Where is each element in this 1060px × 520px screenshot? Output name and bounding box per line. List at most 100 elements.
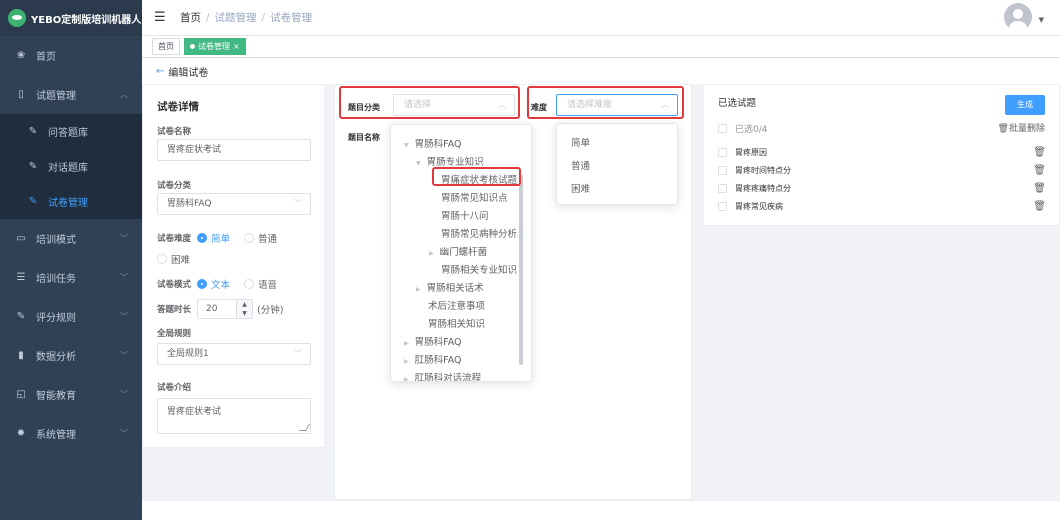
tag-home[interactable]: 首页 bbox=[152, 38, 180, 55]
sidebar-item-home[interactable]: ❀ 首页 bbox=[0, 36, 142, 75]
trash-icon: 🗑 bbox=[997, 124, 1009, 134]
tree-node[interactable]: 胃肠相关专业知识 bbox=[441, 262, 517, 276]
highlight-box bbox=[527, 86, 684, 119]
app-logo[interactable]: YEBO定制版培训机器人 bbox=[0, 0, 142, 36]
tree-node[interactable]: ▼ 胃肠专业知识 bbox=[416, 154, 484, 168]
caret-right-icon: ▶ bbox=[404, 376, 409, 382]
tree-node[interactable]: 胃肠十八问 bbox=[441, 208, 489, 222]
difficulty-dropdown: 简单 普通 困难 bbox=[556, 123, 678, 205]
breadcrumb-home[interactable]: 首页 bbox=[180, 12, 201, 24]
paper-name-label: 试卷名称 bbox=[157, 127, 192, 137]
paper-intro-textarea[interactable]: 胃疼症状考试 bbox=[157, 398, 311, 434]
tree-node[interactable]: 胃肠相关知识 bbox=[428, 316, 485, 330]
chevron-down-icon: ﹀ bbox=[120, 234, 128, 243]
paper-intro-label: 试卷介绍 bbox=[157, 383, 192, 393]
tree-node[interactable]: ▶ 肛肠科对话流程 bbox=[404, 370, 481, 382]
tags-view: 首页 试卷管理 × bbox=[142, 36, 1060, 58]
checkbox[interactable] bbox=[718, 148, 727, 157]
bar-chart-icon: ▮ bbox=[18, 350, 24, 361]
difficulty-option-hard[interactable]: 困难 bbox=[571, 181, 590, 195]
caret-down-icon: ▼ bbox=[404, 142, 409, 149]
tree-scrollbar[interactable] bbox=[519, 175, 523, 365]
tree-node[interactable]: ▶ 胃肠科FAQ bbox=[404, 334, 462, 348]
difficulty-option-normal[interactable]: 普通 bbox=[571, 158, 590, 172]
question-name-label: 题目名称 bbox=[348, 133, 380, 142]
mode-text-radio[interactable]: 文本 bbox=[197, 277, 230, 291]
checkbox[interactable] bbox=[718, 124, 727, 133]
edit-icon: ✎ bbox=[28, 196, 38, 207]
tree-node[interactable]: 胃肠常见病种分析 bbox=[441, 226, 517, 240]
caret-right-icon: ▶ bbox=[404, 358, 409, 365]
back-label[interactable]: 编辑试卷 bbox=[168, 64, 208, 79]
paper-category-select[interactable]: 胃肠科FAQ ﹀ bbox=[157, 193, 311, 215]
back-header: ← 编辑试卷 bbox=[142, 58, 1060, 84]
sidebar-item-training-mode[interactable]: ▭ 培训模式 ﹀ bbox=[0, 219, 142, 258]
tag-paper-management[interactable]: 试卷管理 × bbox=[184, 38, 246, 55]
trash-icon[interactable]: 🗑 bbox=[1033, 183, 1046, 194]
duration-row: 答题时长 20 ▲ ▼ (分钟) bbox=[157, 299, 283, 319]
sidebar-submenu: ✎ 问答题库 ✎ 对话题库 ✎ 试卷管理 bbox=[0, 114, 142, 219]
breadcrumb: 首页 / 试题管理 / 试卷管理 bbox=[180, 12, 313, 24]
global-rule-select[interactable]: 全局规则1 ﹀ bbox=[157, 343, 311, 365]
selected-questions-card: 已选试题 生成 已选0/4 🗑批量删除 胃疼原因 🗑 胃疼时间特点分 🗑 胃疼疼痛特… bbox=[703, 84, 1060, 226]
sidebar-item-data-analysis[interactable]: ▮ 数据分析 ﹀ bbox=[0, 336, 142, 375]
paper-category-label: 试卷分类 bbox=[157, 181, 192, 191]
generate-button[interactable]: 生成 bbox=[1005, 95, 1045, 115]
close-icon[interactable]: × bbox=[233, 42, 240, 51]
checkbox[interactable] bbox=[718, 166, 727, 175]
trash-icon[interactable]: 🗑 bbox=[1033, 165, 1046, 176]
stepper-arrows-icon[interactable]: ▲ ▼ bbox=[236, 300, 253, 318]
book-icon: ▯ bbox=[18, 89, 24, 100]
category-tree-dropdown: ▼ 胃肠科FAQ ▼ 胃肠专业知识 胃痛症状考核试题 胃肠常见知识点 胃肠十八问 胃… bbox=[390, 124, 532, 382]
chevron-down-icon: ﹀ bbox=[120, 351, 128, 360]
tree-node[interactable]: ▶ 胃肠相关话术 bbox=[416, 280, 484, 294]
sidebar-item-dialog-bank[interactable]: ✎ 对话题库 bbox=[0, 149, 142, 184]
sidebar-item-scoring-rules[interactable]: ✎ 评分规则 ﹀ bbox=[0, 297, 142, 336]
edit-icon: ✎ bbox=[28, 161, 38, 172]
sidebar-item-qa-bank[interactable]: ✎ 问答题库 bbox=[0, 114, 142, 149]
user-avatar[interactable] bbox=[1004, 3, 1032, 31]
caret-down-icon: ▼ bbox=[416, 160, 421, 167]
sidebar-item-paper-management[interactable]: ✎ 试卷管理 bbox=[0, 184, 142, 219]
hamburger-icon[interactable]: ☰ bbox=[154, 10, 166, 25]
tree-node[interactable]: 胃肠常见知识点 bbox=[441, 190, 508, 204]
list-item: 胃疼时间特点分 🗑 bbox=[718, 165, 1046, 176]
difficulty-easy-radio[interactable]: 简单 bbox=[197, 231, 230, 245]
caret-right-icon: ▶ bbox=[416, 286, 421, 293]
trash-icon[interactable]: 🗑 bbox=[1033, 201, 1046, 212]
sidebar-item-system-management[interactable]: ✹ 系统管理 ﹀ bbox=[0, 414, 142, 453]
select-all-checkbox[interactable]: 已选0/4 bbox=[718, 122, 768, 135]
checkbox[interactable] bbox=[718, 202, 727, 211]
sidebar-item-question-management[interactable]: ▯ 试题管理 ︿ bbox=[0, 75, 142, 114]
selected-title: 已选试题 bbox=[718, 98, 757, 109]
difficulty-hard-radio[interactable]: 困难 bbox=[157, 252, 190, 266]
chevron-down-icon: ﹀ bbox=[294, 349, 302, 358]
trash-icon[interactable]: 🗑 bbox=[1033, 147, 1046, 158]
paper-details-card: 试卷详情 试卷名称 胃疼症状考试 试卷分类 胃肠科FAQ ﹀ 试卷难度 简单 普… bbox=[142, 84, 325, 448]
chevron-down-icon: ﹀ bbox=[120, 273, 128, 282]
app-name: YEBO定制版培训机器人 bbox=[31, 14, 142, 26]
tree-node[interactable]: ▶ 肛肠科FAQ bbox=[404, 352, 462, 366]
tree-node[interactable]: ▼ 胃肠科FAQ bbox=[404, 136, 462, 150]
batch-delete-button[interactable]: 🗑批量删除 bbox=[998, 121, 1045, 134]
tree-node[interactable]: 术后注意事项 bbox=[428, 298, 485, 312]
chevron-down-icon: ﹀ bbox=[120, 312, 128, 321]
caret-down-icon[interactable]: ▼ bbox=[1039, 16, 1044, 24]
mode-label: 试卷模式 bbox=[157, 280, 192, 290]
paper-name-input[interactable]: 胃疼症状考试 bbox=[157, 139, 311, 161]
difficulty-normal-radio[interactable]: 普通 bbox=[244, 231, 277, 245]
tree-node[interactable]: ▶ 幽门螺杆菌 bbox=[429, 244, 487, 258]
difficulty-option-easy[interactable]: 简单 bbox=[571, 135, 590, 149]
duration-stepper[interactable]: 20 ▲ ▼ bbox=[197, 299, 254, 319]
difficulty-radio-group-row2: 困难 bbox=[157, 252, 204, 266]
back-arrow-icon[interactable]: ← bbox=[156, 66, 164, 77]
sidebar-item-training-task[interactable]: ☰ 培训任务 ﹀ bbox=[0, 258, 142, 297]
breadcrumb-question-management[interactable]: 试题管理 bbox=[215, 12, 257, 24]
list-icon: ☰ bbox=[16, 272, 26, 283]
sidebar-item-smart-education[interactable]: ◱ 智能教育 ﹀ bbox=[0, 375, 142, 414]
logo-icon bbox=[8, 9, 26, 27]
checkbox[interactable] bbox=[718, 184, 727, 193]
mode-voice-radio[interactable]: 语音 bbox=[244, 277, 277, 291]
chevron-up-icon: ︿ bbox=[120, 90, 128, 99]
list-item: 胃疼疼痛特点分 🗑 bbox=[718, 183, 1046, 194]
